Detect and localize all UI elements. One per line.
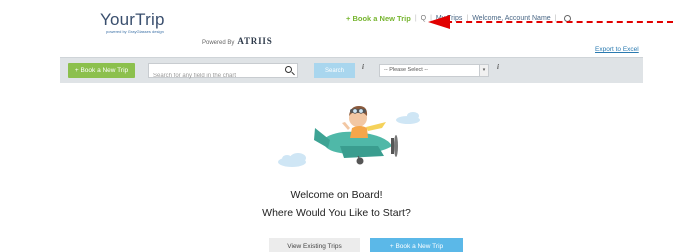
- welcome-heading: Welcome on Board!: [290, 189, 383, 201]
- logo-text: YourTrip: [100, 10, 165, 29]
- view-existing-trips-button[interactable]: View Existing Trips: [269, 238, 360, 252]
- toolbar-book-new-trip-button[interactable]: + Book a New Trip: [68, 63, 135, 78]
- cloud-icon: [396, 112, 420, 124]
- search-icon[interactable]: [285, 66, 292, 73]
- filter-select[interactable]: -- Please Select -- ▾: [379, 64, 489, 77]
- powered-by: Powered By ATRIIS: [202, 36, 273, 46]
- book-new-trip-button[interactable]: + Book a New Trip: [370, 238, 463, 252]
- info-icon[interactable]: i: [497, 63, 499, 71]
- welcome-subheading: Where Would You Like to Start?: [262, 207, 411, 219]
- filter-select-value: -- Please Select --: [384, 67, 429, 73]
- annotation-arrow-line: [436, 21, 673, 23]
- chevron-down-icon[interactable]: ▾: [479, 65, 488, 76]
- info-icon[interactable]: i: [362, 63, 364, 71]
- cloud-icon: [278, 153, 306, 167]
- airplane-illustration: [278, 106, 420, 167]
- search-button[interactable]: Search: [314, 63, 355, 78]
- search-input[interactable]: [149, 69, 275, 83]
- search-toolbar: + Book a New Trip Search i -- Please Sel…: [60, 57, 643, 83]
- export-to-excel-link[interactable]: Export to Excel: [595, 46, 639, 53]
- nav-link-1[interactable]: Q: [421, 15, 426, 22]
- nav-separator: |: [414, 15, 417, 22]
- nav-book-new-trip-link[interactable]: + Book a New Trip: [346, 14, 411, 23]
- powered-by-label: Powered By: [202, 40, 235, 46]
- search-field[interactable]: [148, 63, 298, 83]
- atriis-logo: ATRIIS: [237, 36, 273, 46]
- annotation-arrow-head-icon: [428, 15, 450, 29]
- yourtrip-logo[interactable]: YourTrip powered by GrayGlasses design: [100, 11, 165, 34]
- logo-tagline: powered by GrayGlasses design: [106, 29, 164, 34]
